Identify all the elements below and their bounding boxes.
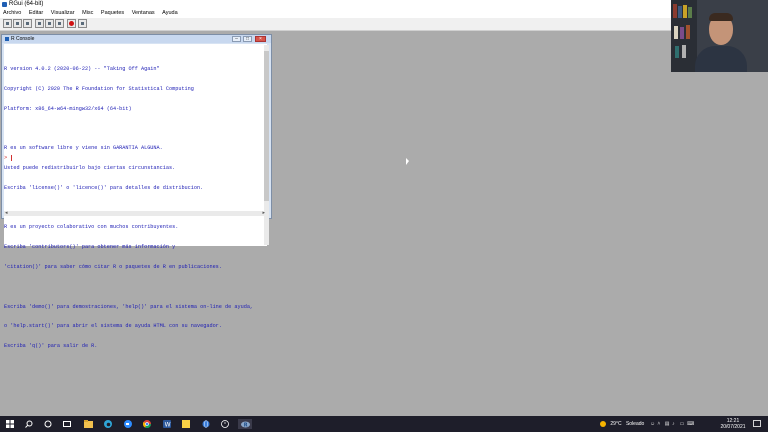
file-explorer-icon[interactable] bbox=[83, 419, 93, 429]
weather-condition: Soleado bbox=[625, 421, 645, 427]
console-line: Escriba 'q()' para salir de R. bbox=[4, 343, 98, 350]
notifications-icon[interactable] bbox=[752, 419, 762, 429]
app-title: RGui (64-bit) bbox=[9, 1, 44, 7]
bookshelf bbox=[671, 0, 697, 72]
menu-archivo[interactable]: Archivo bbox=[3, 9, 21, 18]
task-view-icon[interactable] bbox=[62, 419, 72, 429]
console-line: R version 4.0.2 (2020-06-22) -- "Taking … bbox=[4, 66, 160, 73]
console-line: o 'help.start()' para abrir el sistema d… bbox=[4, 323, 222, 330]
console-line: Usted puede redistribuirlo bajo ciertas … bbox=[4, 165, 176, 172]
console-line: Escriba 'demo()' para demostraciones, 'h… bbox=[4, 303, 254, 310]
windows-start-icon[interactable] bbox=[5, 419, 15, 429]
console-icon bbox=[5, 37, 9, 41]
menu-ventanas[interactable]: Ventanas bbox=[132, 9, 155, 18]
browser-globe-icon[interactable] bbox=[201, 419, 211, 429]
sticky-notes-icon[interactable] bbox=[181, 419, 191, 429]
battery-icon[interactable]: ▭ bbox=[680, 416, 686, 432]
chrome-icon[interactable] bbox=[142, 419, 152, 429]
mouse-pointer-icon bbox=[406, 158, 409, 165]
r-app-icon bbox=[2, 2, 7, 7]
menu-visualizar[interactable]: Visualizar bbox=[51, 9, 75, 18]
console-titlebar[interactable]: R Console – □ × bbox=[2, 35, 271, 43]
search-icon[interactable] bbox=[24, 419, 34, 429]
presenter-hair bbox=[709, 13, 733, 21]
menu-editar[interactable]: Editar bbox=[29, 9, 43, 18]
stop-icon[interactable] bbox=[67, 19, 76, 28]
copy-icon[interactable] bbox=[35, 19, 44, 28]
console-prompt: > bbox=[4, 155, 8, 161]
menu-bar: Archivo Editar Visualizar Misc Paquetes … bbox=[0, 9, 768, 18]
console-line: Escriba 'license()' o 'licence()' para d… bbox=[4, 184, 204, 191]
presenter-body bbox=[695, 46, 747, 72]
keyboard-icon[interactable]: ⌨ bbox=[687, 416, 694, 432]
maximize-icon[interactable]: □ bbox=[243, 36, 252, 42]
open-script-icon[interactable] bbox=[3, 19, 12, 28]
console-title: R Console bbox=[11, 36, 35, 42]
menu-paquetes[interactable]: Paquetes bbox=[101, 9, 124, 18]
load-workspace-icon[interactable] bbox=[13, 19, 22, 28]
system-tray: ☺ ˄ ▤ ♪ ▭ ⌨ bbox=[650, 416, 714, 432]
console-line: Copyright (C) 2020 The R Foundation for … bbox=[4, 85, 194, 92]
save-workspace-icon[interactable] bbox=[23, 19, 32, 28]
print-icon[interactable] bbox=[78, 19, 87, 28]
console-line: Platform: x86_64-w64-mingw32/x64 (64-bit… bbox=[4, 105, 132, 112]
app-titlebar: RGui (64-bit) bbox=[0, 0, 768, 9]
svg-text:W: W bbox=[165, 422, 171, 429]
chevron-up-icon[interactable]: ˄ bbox=[657, 416, 663, 432]
clock-date: 20/07/2021 bbox=[720, 424, 746, 430]
network-icon[interactable]: ▤ bbox=[665, 416, 671, 432]
console-line: R es un proyecto colaborativo con muchos… bbox=[4, 224, 179, 231]
volume-icon[interactable]: ♪ bbox=[672, 416, 678, 432]
text-caret bbox=[11, 155, 12, 161]
sun-icon bbox=[600, 420, 606, 427]
console-line: 'citation()' para saber cómo citar R o p… bbox=[4, 264, 222, 270]
webcam-overlay bbox=[671, 0, 768, 72]
word-icon[interactable]: W bbox=[162, 419, 172, 429]
windows-taskbar: W R 29°C Soleado ☺ ˄ ▤ ♪ ▭ ⌨ 12:21 20/07… bbox=[0, 416, 768, 432]
weather-widget[interactable]: 29°C Soleado bbox=[600, 416, 644, 432]
console-line: Escriba 'contributors()' para obtener má… bbox=[4, 244, 176, 251]
close-icon[interactable]: × bbox=[255, 36, 266, 42]
cortana-icon[interactable] bbox=[43, 419, 53, 429]
menu-ayuda[interactable]: Ayuda bbox=[162, 9, 178, 18]
edge-icon[interactable] bbox=[103, 419, 113, 429]
person-icon[interactable]: ☺ bbox=[650, 416, 656, 432]
weather-temp: 29°C bbox=[610, 421, 622, 427]
zoom-icon[interactable] bbox=[123, 419, 133, 429]
clock[interactable]: 12:21 20/07/2021 bbox=[718, 416, 748, 432]
paste-icon[interactable] bbox=[45, 19, 54, 28]
toolbar bbox=[0, 18, 768, 31]
svg-text:R: R bbox=[243, 422, 247, 427]
rgui-taskbar-button[interactable]: R bbox=[238, 419, 252, 429]
minimize-icon[interactable]: – bbox=[232, 36, 241, 42]
scrollbar-thumb[interactable] bbox=[264, 51, 269, 201]
console-output: R version 4.0.2 (2020-06-22) -- "Taking … bbox=[4, 53, 264, 356]
copy-paste-icon[interactable] bbox=[55, 19, 64, 28]
clock-app-icon[interactable] bbox=[220, 419, 230, 429]
menu-misc[interactable]: Misc bbox=[82, 9, 93, 18]
console-line: R es un software libre y viene sin GARAN… bbox=[4, 145, 163, 152]
